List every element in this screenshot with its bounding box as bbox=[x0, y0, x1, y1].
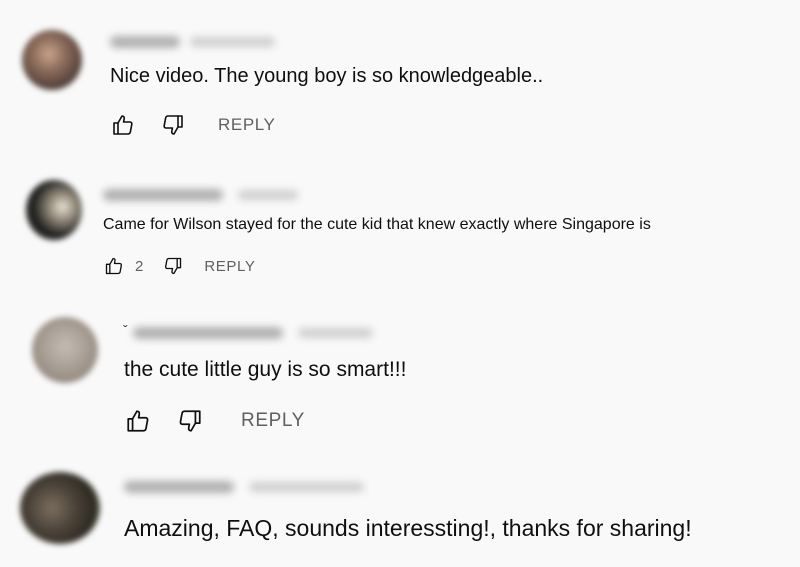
avatar[interactable] bbox=[20, 472, 100, 544]
comment-author-meta[interactable] bbox=[110, 33, 275, 51]
comment-text: the cute little guy is so smart!!! bbox=[124, 358, 407, 381]
reply-button[interactable]: REPLY bbox=[218, 115, 276, 135]
thumbs-up-icon[interactable] bbox=[124, 407, 152, 435]
avatar[interactable] bbox=[22, 30, 82, 90]
comment-thread: ˇ the cute little guy is so smart!!! REP… bbox=[0, 300, 800, 460]
comment-thread: Came for Wilson stayed for the cute kid … bbox=[0, 160, 800, 300]
comment-author-meta[interactable] bbox=[103, 186, 298, 204]
thumbs-up-icon[interactable] bbox=[103, 255, 125, 277]
thumbs-down-icon[interactable] bbox=[176, 407, 204, 435]
comment-actions: REPLY bbox=[110, 112, 276, 138]
thumbs-up-icon[interactable] bbox=[110, 112, 136, 138]
comment-text: Nice video. The young boy is so knowledg… bbox=[110, 65, 544, 87]
comment-author-meta[interactable] bbox=[124, 478, 364, 496]
reply-button[interactable]: REPLY bbox=[241, 410, 305, 432]
comment-text: Came for Wilson stayed for the cute kid … bbox=[103, 216, 651, 233]
comment-text: Amazing, FAQ, sounds interessting!, than… bbox=[124, 515, 692, 541]
comment-author-meta[interactable] bbox=[133, 324, 373, 342]
comment-actions: REPLY bbox=[124, 407, 305, 435]
comments-section: Nice video. The young boy is so knowledg… bbox=[0, 0, 800, 567]
avatar[interactable] bbox=[32, 317, 98, 383]
comment-actions: 2 REPLY bbox=[103, 255, 255, 277]
like-count: 2 bbox=[135, 257, 144, 275]
comment-thread: Nice video. The young boy is so knowledg… bbox=[0, 0, 800, 160]
reply-button[interactable]: REPLY bbox=[204, 258, 255, 275]
avatar[interactable] bbox=[26, 180, 82, 240]
comment-thread: Amazing, FAQ, sounds interessting!, than… bbox=[0, 460, 800, 567]
thumbs-down-icon[interactable] bbox=[160, 112, 186, 138]
thumbs-down-icon[interactable] bbox=[162, 255, 184, 277]
author-marker: ˇ bbox=[123, 322, 128, 338]
